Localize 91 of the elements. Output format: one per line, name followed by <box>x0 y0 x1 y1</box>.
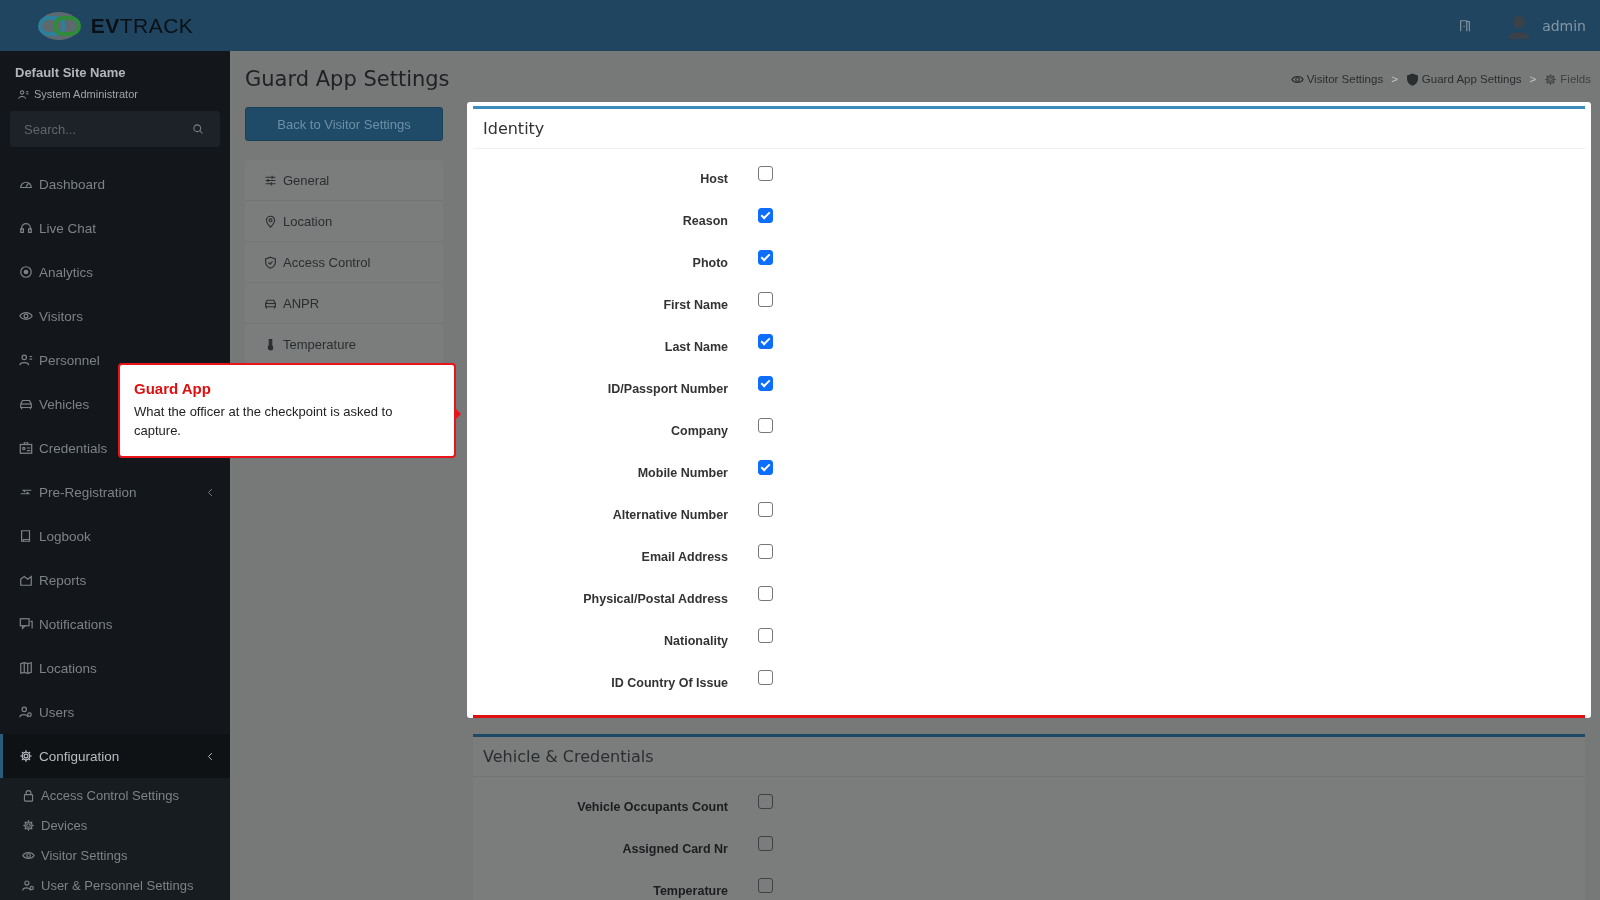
headset-icon <box>19 221 33 235</box>
field-label: Last Name <box>663 339 728 354</box>
breadcrumb-separator: > <box>1391 73 1398 85</box>
checkbox[interactable] <box>758 460 773 475</box>
breadcrumb-separator: > <box>1529 73 1537 85</box>
field-label: Physical/Postal Address <box>582 591 728 606</box>
settings-icon <box>19 749 33 763</box>
field-label: Nationality <box>663 633 728 648</box>
checkbox[interactable] <box>758 334 773 349</box>
settings-tab[interactable]: ANPR <box>245 283 443 324</box>
field-label: Temperature <box>652 883 728 898</box>
field-label: Host <box>699 171 728 186</box>
target-icon <box>19 265 33 279</box>
sidebar-subitem[interactable]: Access Control Settings <box>0 780 230 810</box>
tooltip-text: What the officer at the checkpoint is asked to capture. <box>134 403 394 440</box>
breadcrumb-link[interactable]: Visitor Settings <box>1306 73 1384 85</box>
shield-icon <box>264 255 277 269</box>
field-label: Reason <box>681 213 728 228</box>
sidebar-subitem[interactable]: Visitor Settings <box>0 840 230 870</box>
sidebar-item[interactable]: Configuration <box>0 734 230 778</box>
field-label: Vehicle Occupants Count <box>576 799 728 814</box>
users-icon <box>19 705 33 719</box>
eye-icon <box>19 309 33 323</box>
checkbox[interactable] <box>758 586 773 601</box>
field-label: ID/Passport Number <box>606 381 728 396</box>
field-label: Mobile Number <box>636 465 728 480</box>
person-icon <box>18 88 29 100</box>
sidebar-item[interactable]: Live Chat <box>0 206 230 250</box>
user-name[interactable]: admin <box>1542 17 1586 34</box>
card-title: Vehicle & Credentials <box>473 737 1585 777</box>
sidebar-item[interactable]: Notifications <box>0 602 230 646</box>
shield-icon <box>1405 72 1419 86</box>
checkbox[interactable] <box>758 670 773 685</box>
car-icon <box>19 397 33 411</box>
logo-text: EVTRACK <box>90 13 194 38</box>
lock-icon <box>22 788 35 802</box>
checkbox[interactable] <box>758 292 773 307</box>
sidebar-item[interactable]: Users <box>0 690 230 734</box>
user-role: System Administrator <box>34 88 138 100</box>
users-icon <box>22 878 35 892</box>
breadcrumb-link[interactable]: Fields <box>1560 73 1591 85</box>
id-card-icon <box>19 441 33 455</box>
person-icon <box>19 353 33 367</box>
site-name: Default Site Name <box>14 64 127 80</box>
breadcrumb-link[interactable]: Guard App Settings <box>1421 73 1522 85</box>
sidebar-subitem[interactable]: Devices <box>0 810 230 840</box>
settings-tab[interactable]: General <box>245 160 443 201</box>
checkbox[interactable] <box>758 250 773 265</box>
card-title: Identity <box>473 109 1585 149</box>
checkbox[interactable] <box>758 628 773 643</box>
sidebar-item[interactable]: Visitors <box>0 294 230 338</box>
settings-tab[interactable]: Access Control <box>245 242 443 283</box>
gear-icon <box>1544 72 1558 86</box>
search-icon <box>192 123 204 135</box>
page-title: Guard App Settings <box>245 67 451 91</box>
search-field[interactable]: Search... <box>10 111 220 147</box>
sidebar-item[interactable]: Dashboard <box>0 162 230 206</box>
sliders-icon <box>264 173 277 187</box>
sidebar-item[interactable]: Analytics <box>0 250 230 294</box>
field-label: Company <box>670 423 728 438</box>
sidebar-item[interactable]: Locations <box>0 646 230 690</box>
checkbox[interactable] <box>758 836 773 851</box>
sidebar-item[interactable]: Pre-Registration <box>0 470 230 514</box>
sidebar-item[interactable]: Reports <box>0 558 230 602</box>
door-icon <box>1458 18 1473 33</box>
field-label: ID Country Of Issue <box>610 675 728 690</box>
chat-icon <box>19 617 33 631</box>
checkbox[interactable] <box>758 502 773 517</box>
book-icon <box>19 529 33 543</box>
sidebar-subitem[interactable]: User & Personnel Settings <box>0 870 230 900</box>
checkbox[interactable] <box>758 418 773 433</box>
checkbox[interactable] <box>758 166 773 181</box>
back-button[interactable]: Back to Visitor Settings <box>245 107 443 141</box>
checkbox[interactable] <box>758 376 773 391</box>
settings-tab[interactable]: Location <box>245 201 443 242</box>
chart-icon <box>19 573 33 587</box>
field-label: Email Address <box>640 549 728 564</box>
map-icon <box>19 661 33 675</box>
sidebar-item[interactable]: Logbook <box>0 514 230 558</box>
checkbox[interactable] <box>758 544 773 559</box>
location-pin-icon <box>264 214 277 228</box>
checkbox[interactable] <box>758 794 773 809</box>
sidebar-item[interactable]: Personnel <box>0 338 230 382</box>
checkbox[interactable] <box>758 208 773 223</box>
gear-icon <box>22 818 35 832</box>
checkbox[interactable] <box>758 878 773 893</box>
tooltip-title: Guard App <box>134 380 212 397</box>
field-label: Photo <box>691 255 728 270</box>
field-label: Assigned Card Nr <box>621 841 728 856</box>
field-label: First Name <box>662 297 728 312</box>
field-label: Alternative Number <box>611 507 728 522</box>
